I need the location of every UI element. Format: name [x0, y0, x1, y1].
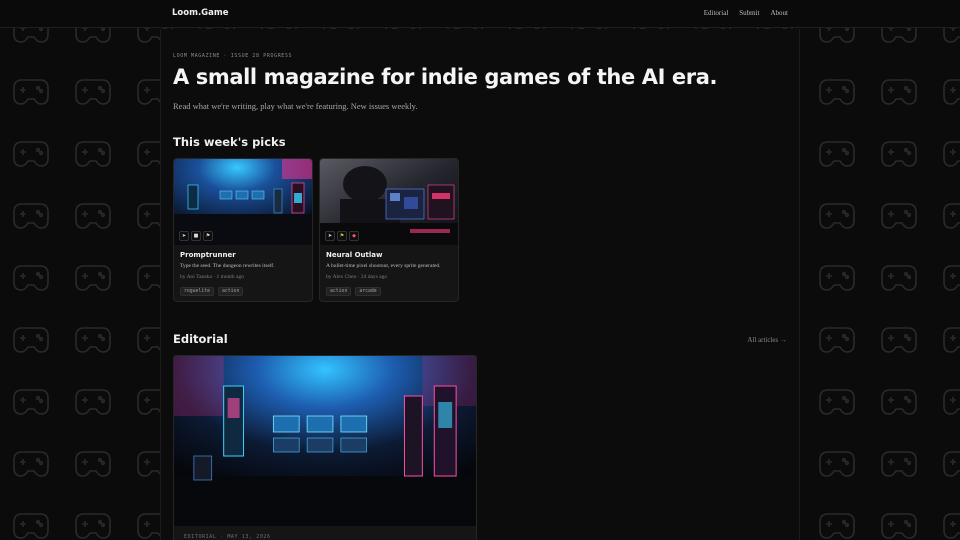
nav-link-editorial[interactable]: Editorial — [704, 9, 729, 17]
editorial-image — [174, 356, 476, 526]
diamond-icon: ◆ — [349, 231, 359, 241]
nav-link-about[interactable]: About — [771, 9, 789, 17]
issue-kicker: LOOM MAGAZINE · ISSUE 28 PROGRESS — [173, 53, 293, 59]
cursor-icon: ➤ — [325, 231, 335, 241]
flag-icon: ⚑ — [203, 231, 213, 241]
tag-list: roguelite action — [180, 287, 244, 296]
game-title[interactable]: Neural Outlaw — [326, 251, 382, 259]
main-content: LOOM MAGAZINE · ISSUE 28 PROGRESS A smal… — [160, 29, 800, 540]
game-title[interactable]: Promptrunner — [180, 251, 236, 259]
game-meta: by Alex Chen · 24 days ago — [326, 274, 388, 280]
tag[interactable]: action — [326, 287, 352, 296]
top-nav-bar: Loom.Game Editorial Submit About — [0, 0, 960, 28]
editorial-section-title: Editorial — [173, 332, 228, 346]
editorial-feature-card[interactable]: EDITORIAL · MAY 13, 2026 — [173, 355, 477, 540]
editorial-caption: EDITORIAL · MAY 13, 2026 — [184, 534, 271, 540]
tag[interactable]: roguelite — [180, 287, 214, 296]
all-articles-link[interactable]: All articles → — [747, 336, 787, 344]
square-icon: ■ — [191, 231, 201, 241]
tag[interactable]: action — [218, 287, 244, 296]
game-description: Type the seed. The dungeon rewrites itse… — [180, 263, 275, 269]
game-card-promptrunner[interactable]: ➤ ■ ⚑ Promptrunner Type the seed. The du… — [173, 158, 313, 302]
main-nav: Editorial Submit About — [704, 9, 788, 17]
page-subtitle: Read what we're writing, play what we're… — [173, 101, 418, 111]
platform-chips: ➤ ■ ⚑ — [179, 231, 213, 241]
game-meta: by Aoi Tanaka · 1 month ago — [180, 274, 244, 280]
tag[interactable]: arcade — [355, 287, 381, 296]
nav-link-submit[interactable]: Submit — [739, 9, 759, 17]
flag-icon: ⚑ — [337, 231, 347, 241]
game-description: A bullet-time pixel shootout, every spri… — [326, 263, 441, 269]
picks-section-title: This week's picks — [173, 135, 286, 149]
brand-logo-link[interactable]: Loom.Game — [172, 8, 229, 18]
cursor-icon: ➤ — [179, 231, 189, 241]
platform-chips: ➤ ⚑ ◆ — [325, 231, 359, 241]
game-card-neural-outlaw[interactable]: ➤ ⚑ ◆ Neural Outlaw A bullet-time pixel … — [319, 158, 459, 302]
page-title: A small magazine for indie games of the … — [173, 65, 718, 89]
tag-list: action arcade — [326, 287, 381, 296]
